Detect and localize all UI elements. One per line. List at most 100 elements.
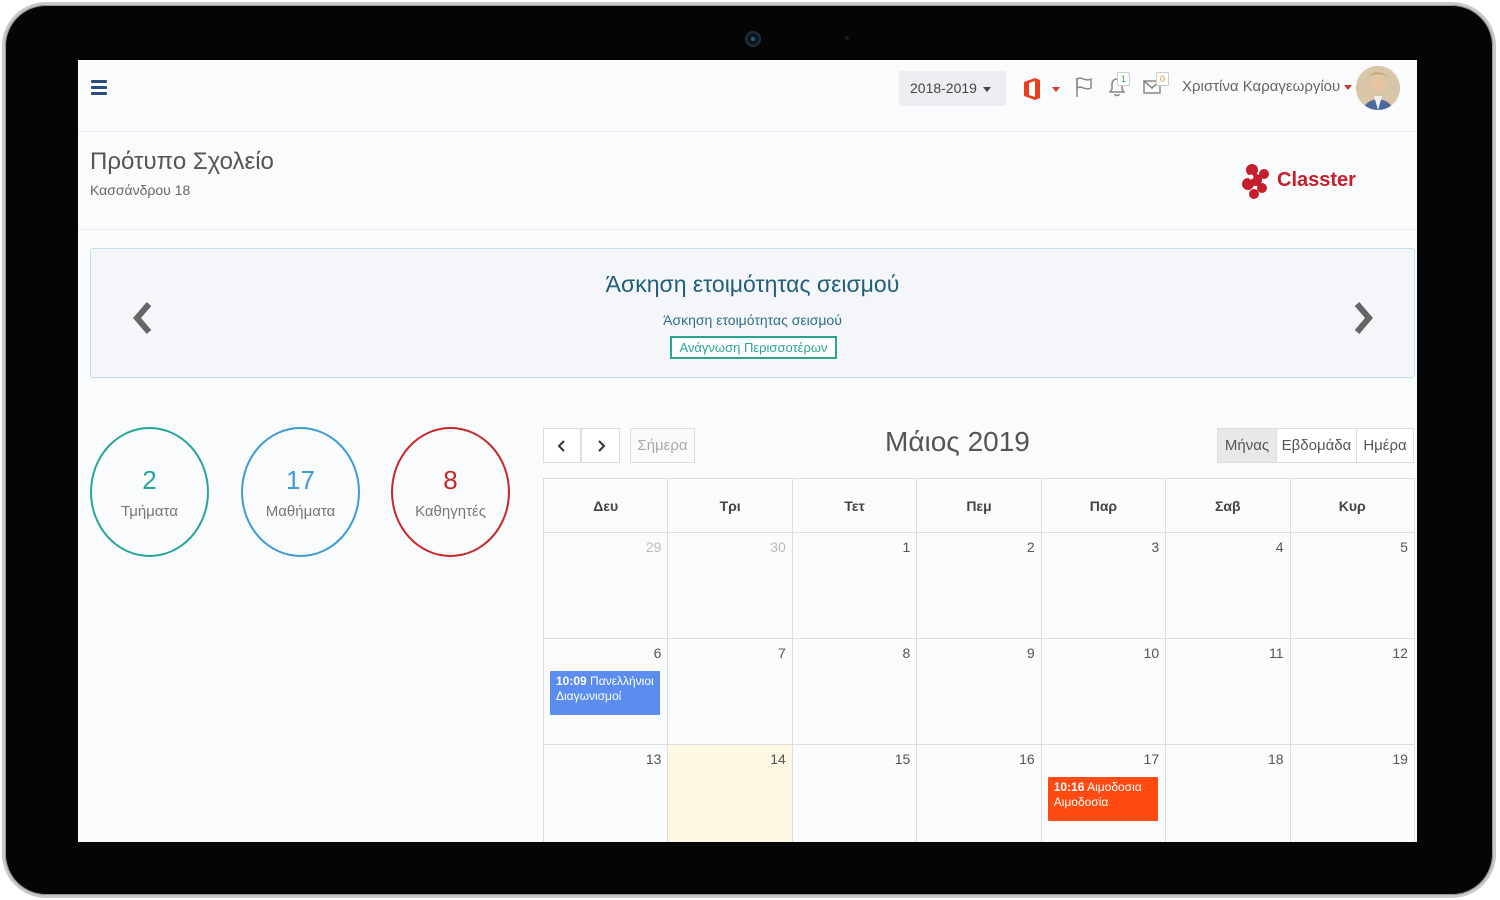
school-header: Πρότυπο Σχολείο Κασσάνδρου 18 Classter [78, 132, 1417, 230]
day-number: 18 [1267, 751, 1284, 767]
calendar-day[interactable]: 1 [793, 533, 918, 638]
weekday-label: Πεμ [917, 479, 1042, 532]
calendar-day[interactable]: 3 [1042, 533, 1167, 638]
stat-label: Τμήματα [121, 503, 178, 520]
day-number: 16 [1019, 751, 1035, 767]
chevron-down-icon [982, 86, 991, 92]
view-day-button[interactable]: Ημέρα [1356, 428, 1414, 463]
calendar-day[interactable]: 12 [1291, 639, 1415, 744]
calendar-day[interactable]: 29 [544, 533, 669, 638]
calendar-day[interactable]: 18 [1166, 745, 1291, 842]
calendar-title: Μάιος 2019 [885, 426, 1030, 457]
day-number: 7 [778, 645, 786, 661]
day-number: 15 [894, 751, 911, 767]
calendar-day[interactable]: 5 [1291, 533, 1415, 638]
announcement-text: Άσκηση ετοιμότητας σεισμού [663, 312, 842, 328]
calendar-grid: Δευ Τρι Τετ Πεμ Παρ Σαβ Κυρ 29 30 1 2 3 … [543, 478, 1415, 842]
brand-logo: Classter [1240, 162, 1356, 202]
day-number: 2 [1026, 539, 1035, 555]
weekday-label: Παρ [1042, 479, 1167, 532]
calendar-day[interactable]: 6 10:09 Πανελλήνιοι Διαγωνισμοί [544, 639, 669, 744]
calendar-day[interactable]: 9 [917, 639, 1042, 744]
chevron-right-icon [597, 440, 605, 452]
calendar-event[interactable]: 10:16 Αιμοδοσια Αιμοδοσία [1047, 777, 1159, 821]
day-number: 8 [902, 645, 911, 661]
calendar-day-today[interactable]: 14 [668, 745, 793, 842]
calendar-day[interactable]: 17 10:16 Αιμοδοσια Αιμοδοσία [1042, 745, 1167, 842]
camera-icon [745, 31, 761, 47]
day-number: 9 [1026, 645, 1035, 661]
calendar-day[interactable]: 30 [668, 533, 793, 638]
calendar-day[interactable]: 4 [1166, 533, 1291, 638]
calendar-day[interactable]: 11 [1166, 639, 1291, 744]
view-month-button[interactable]: Μήνας [1217, 428, 1277, 463]
user-chevron-icon[interactable] [1344, 85, 1352, 90]
calendar-next-button[interactable] [581, 428, 620, 463]
user-name[interactable]: Χριστίνα Καραγεωργίου [1182, 78, 1340, 95]
calendar-day[interactable]: 13 [544, 745, 669, 842]
office-chevron-icon[interactable] [1052, 87, 1060, 92]
school-name: Πρότυπο Σχολείο [90, 148, 274, 175]
event-time: 10:09 [556, 674, 587, 688]
calendar-day[interactable]: 8 [793, 639, 918, 744]
stat-value: 8 [443, 465, 458, 495]
announcement-carousel: Άσκηση ετοιμότητας σεισμού Άσκηση ετοιμό… [90, 248, 1415, 378]
brand-name: Classter [1277, 169, 1356, 191]
message-badge: 0 [1156, 72, 1169, 86]
flag-icon[interactable] [1074, 76, 1094, 98]
calendar-prev-button[interactable] [543, 428, 581, 463]
announcement-title: Άσκηση ετοιμότητας σεισμού [605, 271, 900, 297]
calendar-day[interactable]: 16 [917, 745, 1042, 842]
chevron-left-icon [557, 440, 565, 452]
day-number: 6 [653, 645, 662, 661]
calendar-toolbar: Σήμερα Μάιος 2019 Μήνας Εβδομάδα Ημέρα [543, 426, 1415, 478]
office-icon[interactable] [1022, 77, 1042, 101]
academic-year-select[interactable]: 2018-2019 [899, 71, 1006, 106]
weekday-label: Τετ [793, 479, 918, 532]
stat-value: 2 [142, 465, 157, 495]
stat-value: 17 [286, 465, 315, 495]
avatar[interactable] [1356, 66, 1400, 110]
day-number: 5 [1400, 539, 1408, 555]
day-number: 17 [1143, 751, 1160, 767]
top-navbar: 2018-2019 1 0 Χριστίνα Καραγεωργίου [78, 60, 1417, 132]
notification-badge: 1 [1117, 72, 1130, 86]
academic-year-value: 2018-2019 [910, 80, 977, 96]
calendar-today-button[interactable]: Σήμερα [630, 428, 695, 463]
day-number: 14 [770, 751, 786, 767]
day-number: 3 [1151, 539, 1160, 555]
classter-logo-icon [1242, 164, 1269, 199]
app-screen: 2018-2019 1 0 Χριστίνα Καραγεωργίου Πρότ… [78, 60, 1417, 842]
chevron-right-icon[interactable] [1351, 301, 1375, 335]
calendar-day[interactable]: 19 [1291, 745, 1415, 842]
calendar-day[interactable]: 10 [1042, 639, 1167, 744]
weekday-label: Δευ [544, 479, 669, 532]
day-number: 1 [902, 539, 911, 555]
school-address: Κασσάνδρου 18 [90, 182, 191, 198]
calendar-day[interactable]: 7 [668, 639, 793, 744]
day-number: 19 [1392, 751, 1408, 767]
day-number: 4 [1275, 539, 1284, 555]
weekday-label: Τρι [668, 479, 793, 532]
menu-icon[interactable] [91, 80, 107, 96]
view-week-button[interactable]: Εβδομάδα [1276, 428, 1357, 463]
calendar-day[interactable]: 2 [917, 533, 1042, 638]
calendar-event[interactable]: 10:09 Πανελλήνιοι Διαγωνισμοί [550, 671, 661, 715]
day-number: 30 [770, 539, 786, 555]
day-number: 29 [645, 539, 662, 555]
day-number: 13 [645, 751, 662, 767]
calendar-day[interactable]: 15 [793, 745, 918, 842]
day-number: 11 [1268, 645, 1284, 661]
sensor-icon [845, 36, 849, 40]
stat-teachers[interactable]: 8 Καθηγητές [391, 427, 510, 557]
weekday-label: Σαβ [1166, 479, 1291, 532]
stat-classes[interactable]: 2 Τμήματα [90, 427, 209, 557]
event-time: 10:16 [1053, 780, 1085, 794]
calendar-week: 13 14 15 16 17 10:16 Αιμοδοσια Αιμοδοσία… [544, 745, 1415, 842]
weekday-label: Κυρ [1291, 479, 1415, 532]
weekday-header: Δευ Τρι Τετ Πεμ Παρ Σαβ Κυρ [544, 479, 1415, 533]
read-more-button[interactable]: Ανάγνωση Περισσοτέρων [670, 336, 837, 359]
stat-courses[interactable]: 17 Μαθήματα [241, 427, 360, 557]
stat-label: Μαθήματα [265, 503, 336, 520]
day-number: 10 [1143, 645, 1160, 661]
